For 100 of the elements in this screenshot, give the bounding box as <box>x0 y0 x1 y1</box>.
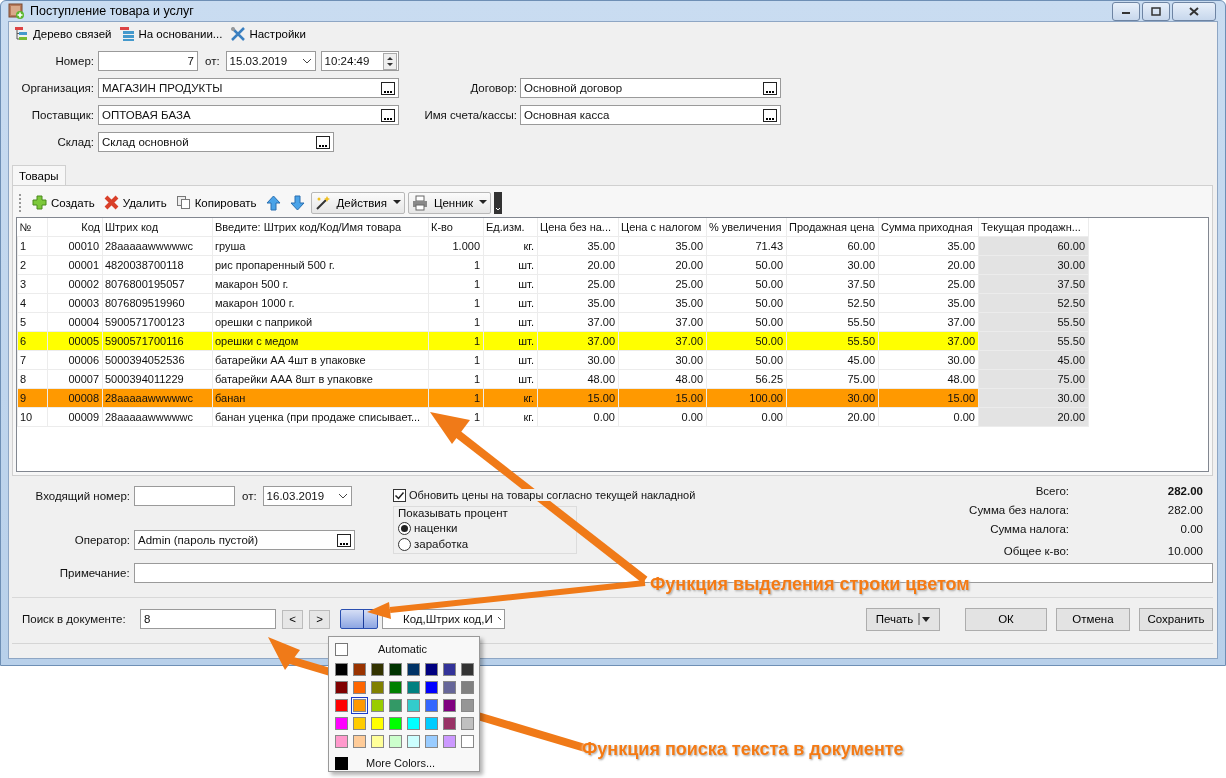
color-swatch[interactable] <box>333 661 350 678</box>
table-cell: 8076800195057 <box>102 274 213 294</box>
total-label: Общее к-во: <box>1002 545 1069 557</box>
color-swatch[interactable] <box>405 661 422 678</box>
color-swatch[interactable] <box>441 733 458 750</box>
color-swatch[interactable] <box>351 733 368 750</box>
color-swatch[interactable] <box>333 697 350 714</box>
table-cell: 8 <box>17 369 48 389</box>
color-swatch[interactable] <box>351 679 368 696</box>
table-cell: 28aaaaawwwwwc <box>102 407 213 427</box>
radio-option[interactable]: заработка <box>398 536 572 552</box>
color-swatch[interactable] <box>441 715 458 732</box>
toolbar-button[interactable]: Дерево связей <box>12 26 114 42</box>
next-button[interactable]: > <box>309 609 330 629</box>
search-field[interactable]: 8 <box>140 609 276 629</box>
maximize-button[interactable] <box>1142 1 1170 21</box>
color-swatch[interactable] <box>423 697 440 714</box>
contract-field[interactable]: Основной договор <box>520 78 781 98</box>
color-swatch[interactable] <box>369 733 386 750</box>
color-swatch[interactable] <box>405 679 422 696</box>
color-swatch[interactable] <box>369 715 386 732</box>
color-swatch[interactable] <box>459 733 476 750</box>
color-swatch[interactable] <box>405 715 422 732</box>
color-swatch[interactable] <box>387 661 404 678</box>
organization-field[interactable]: МАГАЗИН ПРОДУКТЫ <box>98 78 399 98</box>
previous-button[interactable]: < <box>282 609 303 629</box>
copy-button[interactable]: Копировать <box>172 191 260 214</box>
field-label: Входящий номер: <box>34 490 130 502</box>
overflow-icon[interactable] <box>494 191 502 214</box>
delete-button[interactable]: Удалить <box>100 191 170 214</box>
number-field[interactable]: 7 <box>98 51 198 71</box>
column-header[interactable]: Цена с налогом <box>618 218 707 237</box>
dialog-button[interactable]: Отмена <box>1056 607 1130 631</box>
column-header[interactable]: К-во <box>428 218 484 237</box>
table-cell: 37.00 <box>878 312 979 332</box>
color-swatch[interactable] <box>369 679 386 696</box>
column-header[interactable]: Цена без на... <box>537 218 619 237</box>
color-swatch[interactable] <box>423 715 440 732</box>
supplier-field[interactable]: ОПТОВАЯ БАЗА <box>98 105 399 125</box>
color-swatch[interactable] <box>459 715 476 732</box>
time-field[interactable]: 10:24:49 <box>320 51 399 71</box>
incoming-number-field[interactable] <box>134 486 235 506</box>
automatic-option[interactable]: Automatic <box>335 641 473 657</box>
total-label: Всего: <box>1034 485 1069 497</box>
toolbar-button[interactable]: На основании... <box>117 26 225 42</box>
minimize-button[interactable] <box>1112 1 1140 21</box>
color-swatch[interactable] <box>387 733 404 750</box>
color-swatch[interactable] <box>333 679 350 696</box>
date-field[interactable]: 15.03.2019 <box>225 51 316 71</box>
toolbar-button[interactable]: Настройки <box>228 26 308 42</box>
table-row[interactable]: 1 00010 28aaaaawwwwwc груша 1.000 кг. 35.00 35.00 71.43 60.00 35.00 60.00 <box>17 236 1089 256</box>
search-columns-combo[interactable]: Код,Штрих код,И <box>382 609 505 629</box>
color-swatch[interactable] <box>405 733 422 750</box>
color-swatch[interactable] <box>369 661 386 678</box>
more-colors-option[interactable]: More Colors... <box>335 755 473 771</box>
color-swatch[interactable] <box>387 679 404 696</box>
warehouse-field[interactable]: Склад основной <box>98 132 334 152</box>
color-swatch[interactable] <box>459 697 476 714</box>
dialog-button[interactable]: ОК <box>965 607 1047 631</box>
color-swatch[interactable] <box>351 661 368 678</box>
color-swatch[interactable] <box>387 697 404 714</box>
color-swatch[interactable] <box>423 733 440 750</box>
operator-field[interactable]: Admin (пароль пустой) <box>134 530 355 550</box>
actions-menu-button[interactable]: Действия <box>310 191 405 214</box>
tab[interactable]: Товары <box>12 165 66 185</box>
column-header[interactable]: % увеличения <box>706 218 787 237</box>
column-header[interactable]: № <box>17 218 48 237</box>
color-swatch[interactable] <box>405 697 422 714</box>
column-header[interactable]: Введите: Штрих код/Код/Имя товара <box>212 218 429 237</box>
date-field[interactable]: 16.03.2019 <box>262 486 352 506</box>
price-tag-menu-button[interactable]: Ценник <box>407 191 491 214</box>
create-button[interactable]: Создать <box>29 191 98 214</box>
account-field[interactable]: Основная касса <box>520 105 781 125</box>
column-header[interactable]: Ед.изм. <box>483 218 538 237</box>
color-swatch[interactable] <box>351 697 368 714</box>
color-button[interactable] <box>340 609 378 629</box>
column-header[interactable]: Сумма приходная <box>878 218 979 237</box>
color-swatch[interactable] <box>333 733 350 750</box>
close-button[interactable] <box>1172 1 1216 21</box>
column-header[interactable]: Продажная цена <box>786 218 879 237</box>
color-swatch[interactable] <box>441 661 458 678</box>
column-header[interactable]: Код <box>47 218 103 237</box>
color-swatch[interactable] <box>459 679 476 696</box>
column-header[interactable]: Текущая продажн... <box>978 218 1089 237</box>
radio-option[interactable]: наценки <box>398 520 572 536</box>
color-swatch[interactable] <box>351 715 368 732</box>
print-button[interactable]: Печать <box>866 607 940 631</box>
tree-icon <box>14 26 30 42</box>
table-cell: батарейки АА 4шт в упаковке <box>212 350 429 370</box>
column-header[interactable]: Штрих код <box>102 218 213 237</box>
color-swatch[interactable] <box>441 679 458 696</box>
color-swatch[interactable] <box>369 697 386 714</box>
color-swatch[interactable] <box>423 679 440 696</box>
color-swatch[interactable] <box>387 715 404 732</box>
dialog-button[interactable]: Сохранить <box>1139 607 1213 631</box>
color-swatch[interactable] <box>441 697 458 714</box>
color-swatch[interactable] <box>459 661 476 678</box>
color-swatch[interactable] <box>423 661 440 678</box>
color-swatch[interactable] <box>333 715 350 732</box>
total-label: Сумма без налога: <box>969 504 1069 516</box>
